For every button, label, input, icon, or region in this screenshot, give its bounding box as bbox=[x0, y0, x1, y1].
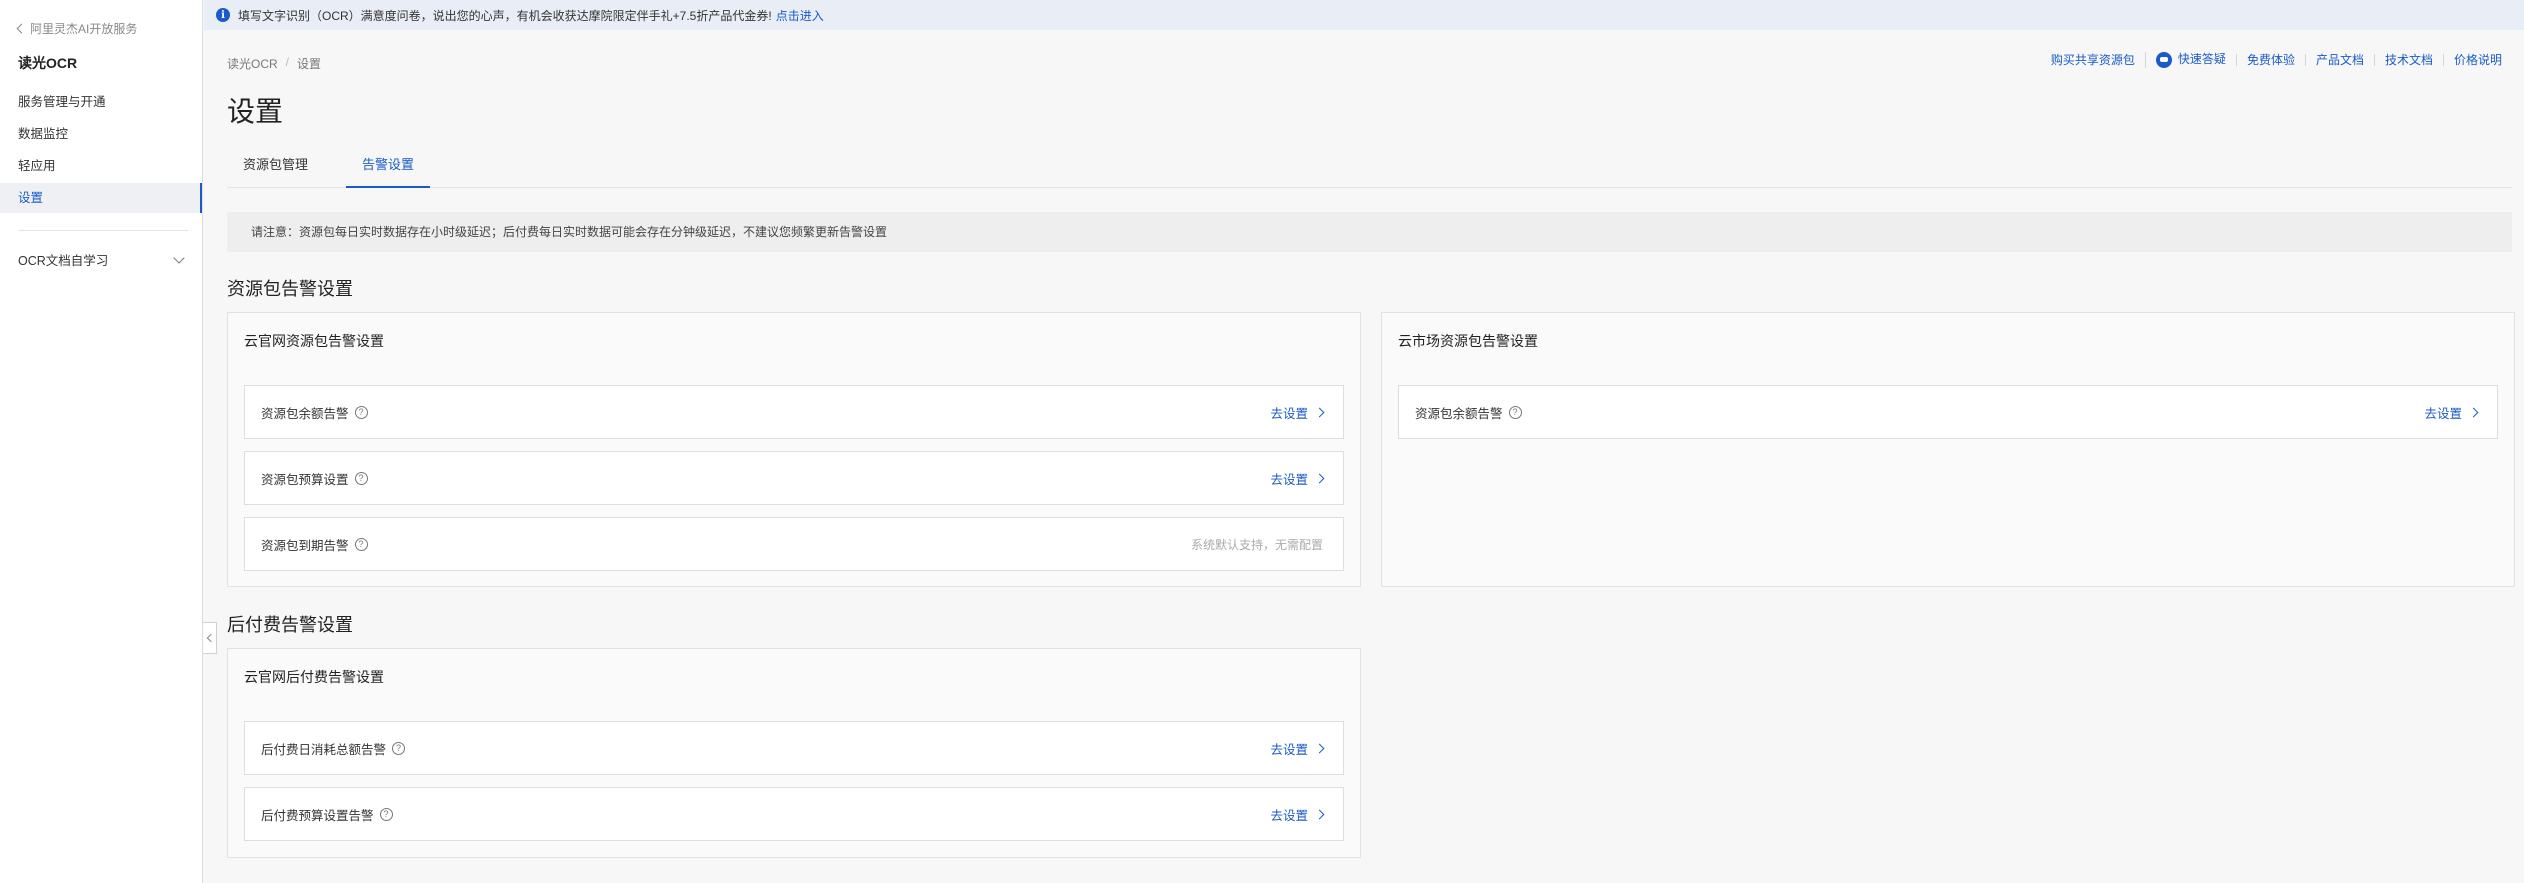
banner-link[interactable]: 点击进入 bbox=[776, 7, 824, 24]
card-title: 云官网资源包告警设置 bbox=[244, 333, 384, 349]
default-supported-status: 系统默认支持，无需配置 bbox=[1190, 537, 1323, 552]
sidebar-collapse-button[interactable] bbox=[203, 622, 217, 654]
help-icon[interactable]: ? bbox=[379, 807, 393, 821]
sidebar: 阿里灵杰AI开放服务 读光OCR 服务管理与开通 数据监控 轻应用 设置 OCR… bbox=[0, 0, 203, 883]
buy-shared-package-link[interactable]: 购买共享资源包 bbox=[2041, 54, 2145, 66]
back-link[interactable]: 阿里灵杰AI开放服务 bbox=[16, 20, 138, 37]
sidebar-item-service-management[interactable]: 服务管理与开通 bbox=[0, 87, 202, 117]
row-label-text: 资源包余额告警 bbox=[1415, 406, 1503, 421]
go-settings-label: 去设置 bbox=[1270, 808, 1308, 823]
row-label: 资源包余额告警? bbox=[1415, 403, 1522, 422]
tab-alert-settings[interactable]: 告警设置 bbox=[346, 150, 431, 188]
chevron-left-icon bbox=[206, 633, 216, 643]
market-resource-alert-card: 云市场资源包告警设置 资源包余额告警? 去设置 bbox=[1381, 312, 2515, 587]
chevron-down-icon bbox=[173, 251, 185, 264]
row-label-text: 后付费预算设置告警 bbox=[261, 808, 374, 823]
row-label: 资源包余额告警? bbox=[261, 403, 368, 422]
breadcrumb-current: 设置 bbox=[297, 57, 322, 71]
resource-alert-section-title: 资源包告警设置 bbox=[227, 279, 353, 299]
quick-answer-link[interactable]: 快速答疑 bbox=[2144, 52, 2236, 68]
row-label-text: 资源包预算设置 bbox=[261, 472, 349, 487]
help-icon[interactable]: ? bbox=[354, 405, 368, 419]
resource-expiry-alert-row: 资源包到期告警? 系统默认支持，无需配置 bbox=[244, 517, 1344, 571]
postpaid-daily-consumption-alert-row: 后付费日消耗总额告警? 去设置 bbox=[244, 721, 1344, 775]
aliyun-postpaid-alert-card: 云官网后付费告警设置 后付费日消耗总额告警? 去设置 后付费预算设置告警? 去设… bbox=[227, 648, 1361, 858]
breadcrumb-separator: / bbox=[285, 55, 290, 69]
go-settings-label: 去设置 bbox=[2424, 406, 2462, 421]
pricing-link[interactable]: 价格说明 bbox=[2442, 54, 2512, 66]
tab-bar: 资源包管理 告警设置 bbox=[227, 150, 2512, 188]
help-icon[interactable]: ? bbox=[1508, 405, 1522, 419]
breadcrumb-root[interactable]: 读光OCR bbox=[227, 55, 278, 72]
go-settings-label: 去设置 bbox=[1270, 472, 1308, 487]
row-label: 资源包到期告警? bbox=[261, 535, 368, 554]
tech-docs-link[interactable]: 技术文档 bbox=[2373, 54, 2443, 66]
top-links: 购买共享资源包 快速答疑 免费体验 产品文档 技术文档 价格说明 bbox=[2041, 52, 2512, 68]
page-title: 设置 bbox=[227, 96, 284, 127]
postpaid-alert-section-title: 后付费告警设置 bbox=[227, 615, 353, 635]
resource-balance-alert-row: 资源包余额告警? 去设置 bbox=[244, 385, 1344, 439]
help-icon[interactable]: ? bbox=[354, 537, 368, 551]
go-settings-button[interactable]: 去设置 bbox=[1270, 739, 1325, 758]
go-settings-button[interactable]: 去设置 bbox=[2424, 403, 2479, 422]
back-link-label: 阿里灵杰AI开放服务 bbox=[30, 22, 138, 36]
chevron-right-icon bbox=[1314, 407, 1325, 417]
free-trial-link[interactable]: 免费体验 bbox=[2235, 54, 2305, 66]
info-icon: i bbox=[216, 8, 230, 22]
row-label-text: 后付费日消耗总额告警 bbox=[261, 742, 387, 757]
chevron-right-icon bbox=[1314, 809, 1325, 819]
sidebar-group-label: OCR文档自学习 bbox=[18, 254, 109, 268]
row-label: 资源包预算设置? bbox=[261, 469, 368, 488]
breadcrumb: 读光OCR / 设置 bbox=[227, 55, 321, 72]
sidebar-divider bbox=[18, 230, 188, 231]
sidebar-group-ocr-self-learning[interactable]: OCR文档自学习 bbox=[18, 250, 185, 269]
postpaid-budget-alert-row: 后付费预算设置告警? 去设置 bbox=[244, 787, 1344, 841]
go-settings-button[interactable]: 去设置 bbox=[1270, 805, 1325, 824]
sidebar-item-data-monitoring[interactable]: 数据监控 bbox=[0, 119, 202, 149]
aliyun-resource-alert-card: 云官网资源包告警设置 资源包余额告警? 去设置 资源包预算设置? 去设置 资源包… bbox=[227, 312, 1361, 587]
row-label: 后付费预算设置告警? bbox=[261, 805, 393, 824]
product-docs-link[interactable]: 产品文档 bbox=[2304, 54, 2374, 66]
row-label-text: 资源包余额告警 bbox=[261, 406, 349, 421]
chevron-right-icon bbox=[1314, 473, 1325, 483]
chevron-right-icon bbox=[2468, 407, 2479, 417]
survey-banner: i 填写文字识别（OCR）满意度问卷，说出您的心声，有机会收获达摩院限定伴手礼+… bbox=[204, 0, 2524, 30]
notice-bar: 请注意：资源包每日实时数据存在小时级延迟；后付费每日实时数据可能会存在分钟级延迟… bbox=[227, 212, 2512, 252]
row-label: 后付费日消耗总额告警? bbox=[261, 739, 406, 758]
help-icon[interactable]: ? bbox=[392, 741, 406, 755]
chevron-right-icon bbox=[1314, 743, 1325, 753]
chevron-left-icon bbox=[16, 23, 27, 34]
sidebar-item-light-app[interactable]: 轻应用 bbox=[0, 151, 202, 181]
help-icon[interactable]: ? bbox=[354, 471, 368, 485]
banner-text: 填写文字识别（OCR）满意度问卷，说出您的心声，有机会收获达摩院限定伴手礼+7.… bbox=[238, 8, 772, 23]
go-settings-button[interactable]: 去设置 bbox=[1270, 403, 1325, 422]
sidebar-item-settings[interactable]: 设置 bbox=[0, 183, 202, 213]
card-title: 云市场资源包告警设置 bbox=[1398, 333, 1538, 349]
quick-answer-label: 快速答疑 bbox=[2177, 52, 2226, 67]
tab-resource-package-management[interactable]: 资源包管理 bbox=[227, 150, 324, 188]
card-title: 云官网后付费告警设置 bbox=[244, 669, 384, 685]
resource-budget-setting-row: 资源包预算设置? 去设置 bbox=[244, 451, 1344, 505]
go-settings-label: 去设置 bbox=[1270, 406, 1308, 421]
market-resource-balance-alert-row: 资源包余额告警? 去设置 bbox=[1398, 385, 2498, 439]
go-settings-label: 去设置 bbox=[1270, 742, 1308, 757]
product-title: 读光OCR bbox=[18, 55, 78, 71]
go-settings-button[interactable]: 去设置 bbox=[1270, 469, 1325, 488]
robot-icon bbox=[2155, 52, 2172, 68]
row-label-text: 资源包到期告警 bbox=[261, 538, 349, 553]
